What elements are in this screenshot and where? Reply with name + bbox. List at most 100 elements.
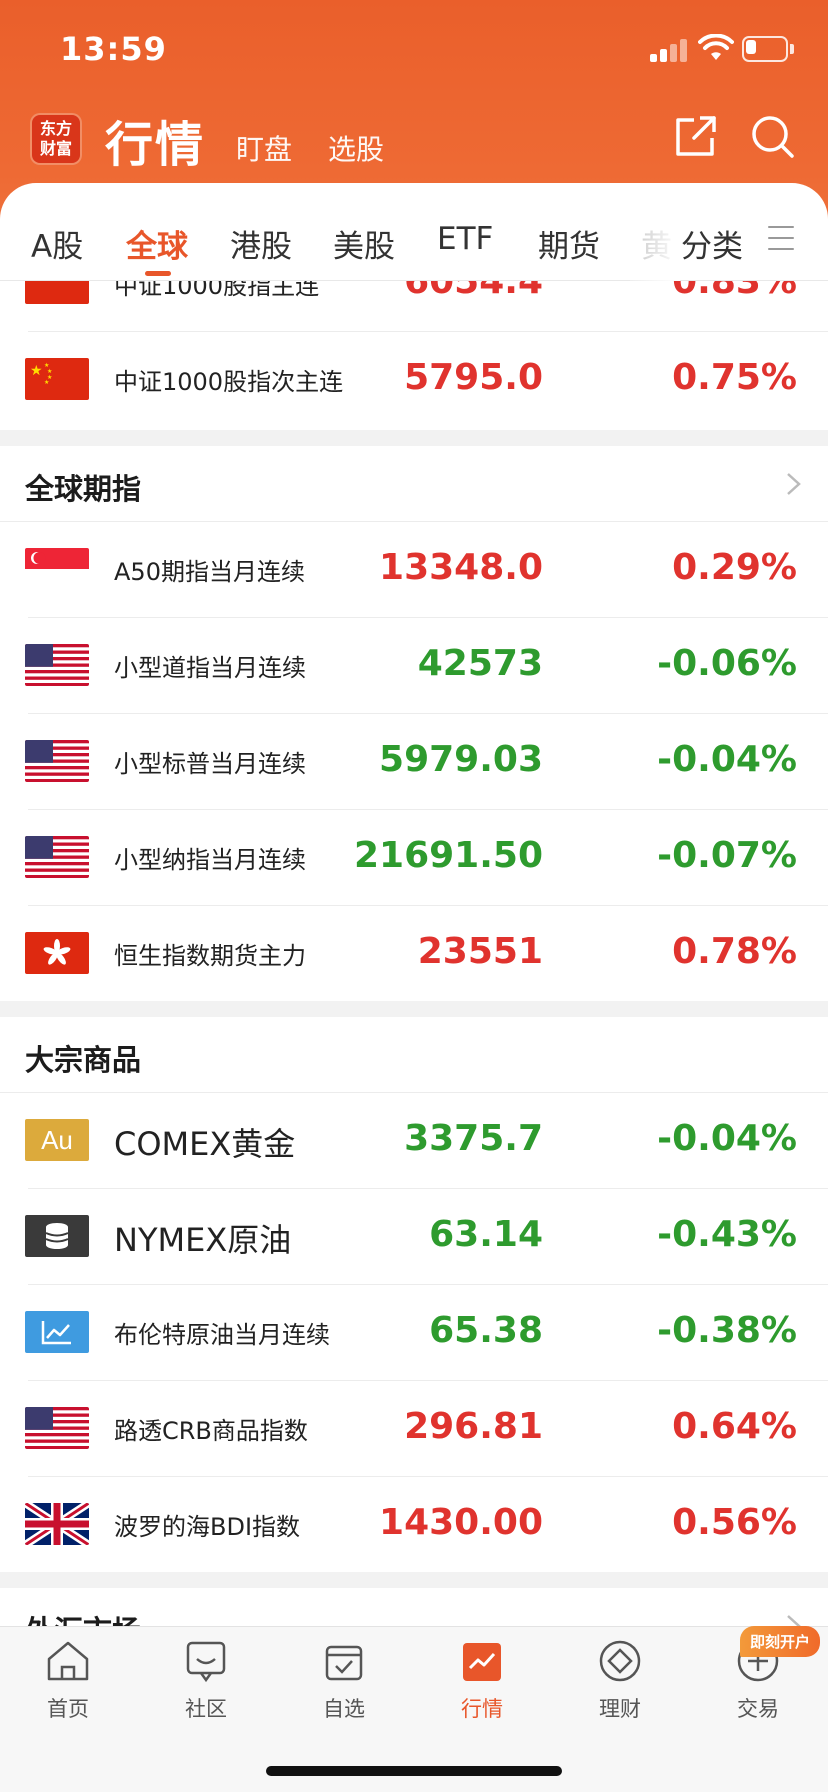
- item-price: 42573: [417, 643, 543, 684]
- active-tab-indicator: [145, 271, 171, 276]
- item-change: 0.56%: [672, 1502, 797, 1543]
- item-price: 5795.0: [404, 357, 543, 398]
- nav-home[interactable]: 首页: [8, 1637, 128, 1747]
- subnav-watch[interactable]: 盯盘: [236, 128, 292, 168]
- commodities-section: 大宗商品 Au COMEX黄金 3375.7 -0.04% NYMEX原油 63…: [0, 1017, 828, 1572]
- item-price: 3375.7: [404, 1118, 543, 1159]
- item-price: 23551: [417, 931, 543, 972]
- section-header[interactable]: 大宗商品: [0, 1017, 828, 1093]
- nav-label: 行情: [461, 1697, 503, 1721]
- item-change: -0.06%: [657, 643, 797, 684]
- list-item[interactable]: 小型道指当月连续 42573 -0.06%: [0, 618, 828, 714]
- item-change: 0.78%: [672, 931, 797, 972]
- nav-wealth[interactable]: 理财: [560, 1637, 680, 1747]
- list-item[interactable]: Au COMEX黄金 3375.7 -0.04%: [0, 1093, 828, 1189]
- tab-global[interactable]: 全球: [126, 221, 188, 266]
- list-item[interactable]: 路透CRB商品指数 296.81 0.64%: [0, 1381, 828, 1477]
- item-name: 波罗的海BDI指数: [114, 1513, 301, 1541]
- svg-text:★: ★: [30, 363, 43, 379]
- tab-hk-stocks[interactable]: 港股: [230, 221, 292, 266]
- item-name: 小型道指当月连续: [114, 654, 306, 682]
- nav-label: 社区: [185, 1697, 227, 1721]
- item-change: 0.83%: [672, 281, 797, 302]
- list-item[interactable]: 恒生指数期货主力 23551 0.78%: [0, 906, 828, 1002]
- wealth-icon: [599, 1640, 641, 1682]
- list-item[interactable]: A50期指当月连续 13348.0 0.29%: [0, 522, 828, 618]
- logo-text-1: 东方: [39, 119, 72, 138]
- us-flag-icon: [25, 740, 89, 782]
- item-change: -0.04%: [657, 739, 797, 780]
- market-tabbar: A股 全球 港股 美股 ETF 期货 黄 分类: [0, 183, 828, 281]
- home-indicator: [266, 1766, 562, 1776]
- item-name: A50期指当月连续: [114, 558, 305, 586]
- section-title: 全球期指: [25, 472, 142, 506]
- tab-etf[interactable]: ETF: [437, 221, 493, 257]
- chart-icon: [25, 1311, 89, 1353]
- item-price: 21691.50: [353, 835, 543, 876]
- status-time: 13:59: [60, 30, 167, 68]
- item-name: 恒生指数期货主力: [114, 942, 306, 970]
- cn-flag-icon: ★ ★ ★ ★ ★: [25, 358, 89, 400]
- gold-icon: Au: [25, 1119, 89, 1161]
- list-item[interactable]: ★ 中证1000股指主连 6054.4 0.83%: [0, 281, 828, 332]
- app-logo: 东方 财富: [32, 115, 80, 163]
- item-name: 路透CRB商品指数: [114, 1417, 308, 1445]
- forex-section: 外汇市场: [0, 1588, 828, 1626]
- open-account-badge[interactable]: 即刻开户: [740, 1626, 821, 1657]
- us-flag-icon: [25, 836, 89, 878]
- logo-text-2: 财富: [39, 139, 72, 158]
- us-flag-icon: [25, 1407, 89, 1449]
- tab-fade: [630, 183, 680, 281]
- item-price: 296.81: [404, 1406, 543, 1447]
- tab-a-shares[interactable]: A股: [31, 221, 83, 266]
- watchlist-icon: [325, 1645, 363, 1681]
- community-icon: [186, 1641, 226, 1683]
- list-item[interactable]: ★ ★ ★ ★ ★ 中证1000股指次主连 5795.0 0.75%: [0, 332, 828, 428]
- item-name: 布伦特原油当月连续: [114, 1321, 330, 1349]
- item-name: COMEX黄金: [114, 1125, 296, 1163]
- list-item[interactable]: 波罗的海BDI指数 1430.00 0.56%: [0, 1477, 828, 1573]
- us-flag-icon: [25, 644, 89, 686]
- cn-futures-section: ★ 中证1000股指主连 6054.4 0.83% ★★★★★ 中证1000股指…: [0, 281, 828, 430]
- subnav-screener[interactable]: 选股: [328, 128, 384, 168]
- list-item[interactable]: 布伦特原油当月连续 65.38 -0.38%: [0, 1285, 828, 1381]
- section-title: 外汇市场: [25, 1608, 141, 1626]
- nav-market[interactable]: 行情: [422, 1637, 542, 1747]
- list-item[interactable]: 小型标普当月连续 5979.03 -0.04%: [0, 714, 828, 810]
- item-price: 6054.4: [404, 281, 543, 302]
- item-change: -0.07%: [657, 835, 797, 876]
- menu-icon[interactable]: [768, 226, 794, 252]
- nav-label: 理财: [599, 1697, 641, 1721]
- hk-flag-icon: [25, 932, 89, 974]
- item-name: 中证1000股指次主连: [114, 368, 344, 396]
- tab-futures[interactable]: 期货: [538, 221, 600, 266]
- item-price: 13348.0: [379, 547, 543, 588]
- list-item[interactable]: 小型纳指当月连续 21691.50 -0.07%: [0, 810, 828, 906]
- item-price: 63.14: [429, 1214, 543, 1255]
- item-price: 1430.00: [379, 1502, 543, 1543]
- section-header[interactable]: 全球期指: [0, 446, 828, 522]
- tab-categories[interactable]: 分类: [681, 221, 743, 266]
- list-item[interactable]: NYMEX原油 63.14 -0.43%: [0, 1189, 828, 1285]
- market-list[interactable]: ★ 中证1000股指主连 6054.4 0.83% ★★★★★ 中证1000股指…: [0, 281, 828, 1626]
- share-icon[interactable]: [672, 112, 720, 160]
- status-bar: 13:59: [0, 0, 828, 100]
- chevron-right-icon[interactable]: [784, 470, 804, 498]
- cn-flag-icon: ★: [25, 281, 89, 304]
- section-header[interactable]: 外汇市场: [0, 1588, 828, 1626]
- uk-flag-icon: [25, 1503, 89, 1545]
- nav-community[interactable]: 社区: [146, 1637, 266, 1747]
- global-futures-section: 全球期指 A50期指当月连续 13348.0 0.29% 小型道指当月连续 42…: [0, 446, 828, 1001]
- nav-watchlist[interactable]: 自选: [284, 1637, 404, 1747]
- search-icon[interactable]: [748, 112, 796, 160]
- nav-label: 自选: [323, 1697, 365, 1721]
- item-name: NYMEX原油: [114, 1221, 292, 1259]
- oil-barrel-icon: [25, 1215, 89, 1257]
- item-change: -0.38%: [657, 1310, 797, 1351]
- svg-text:★: ★: [44, 379, 49, 386]
- sg-flag-icon: [25, 548, 89, 590]
- tab-us-stocks[interactable]: 美股: [333, 221, 395, 266]
- chevron-right-icon[interactable]: [784, 1612, 804, 1626]
- item-change: 0.64%: [672, 1406, 797, 1447]
- section-title: 大宗商品: [25, 1043, 142, 1077]
